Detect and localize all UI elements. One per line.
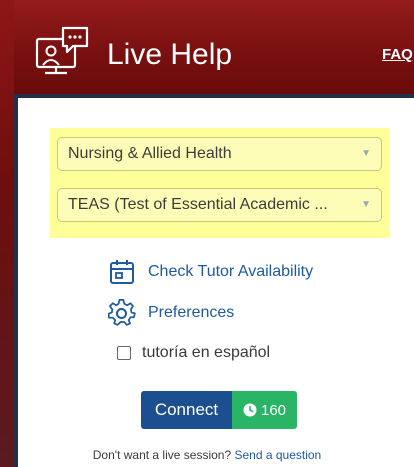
connect-button[interactable]: Connect 160 xyxy=(141,391,297,429)
header-divider xyxy=(14,94,414,98)
connect-label: Connect xyxy=(141,391,232,429)
chevron-down-icon: ▼ xyxy=(361,199,371,210)
subject-select-value: Nursing & Allied Health xyxy=(68,145,232,162)
wait-count-badge: 160 xyxy=(232,391,297,429)
live-help-logo-icon xyxy=(35,26,89,75)
wait-count: 160 xyxy=(260,401,287,419)
spanish-tutoring-label: tutoría en español xyxy=(142,344,271,361)
subject-select[interactable]: Nursing & Allied Health ▼ xyxy=(57,137,382,171)
spanish-tutoring-option[interactable]: tutoría en español xyxy=(117,342,270,364)
left-edge xyxy=(0,0,14,467)
gear-icon xyxy=(108,299,136,326)
page-title: Live Help xyxy=(107,38,233,71)
topic-select[interactable]: TEAS (Test of Essential Academic ... ▼ xyxy=(57,188,382,222)
faq-link[interactable]: FAQ xyxy=(382,46,413,63)
calendar-icon xyxy=(110,260,134,284)
selection-area: Nursing & Allied Health ▼ TEAS (Test of … xyxy=(50,128,390,238)
chevron-down-icon: ▼ xyxy=(361,148,371,159)
preferences-link[interactable]: Preferences xyxy=(108,298,234,328)
check-availability-label: Check Tutor Availability xyxy=(148,263,314,280)
clock-icon xyxy=(243,403,257,417)
preferences-label: Preferences xyxy=(148,304,235,321)
check-availability-link[interactable]: Check Tutor Availability xyxy=(108,257,313,287)
send-question-link[interactable]: Send a question xyxy=(234,448,321,462)
live-help-panel: Live Help FAQ Nursing & Allied Health ▼ … xyxy=(0,0,414,467)
topic-select-value: TEAS (Test of Essential Academic ... xyxy=(68,196,328,213)
side-border xyxy=(14,94,18,467)
spanish-tutoring-checkbox[interactable] xyxy=(117,346,131,360)
footer-prompt: Don't want a live session? xyxy=(92,448,232,462)
footer-note: Don't want a live session? Send a questi… xyxy=(0,448,414,462)
